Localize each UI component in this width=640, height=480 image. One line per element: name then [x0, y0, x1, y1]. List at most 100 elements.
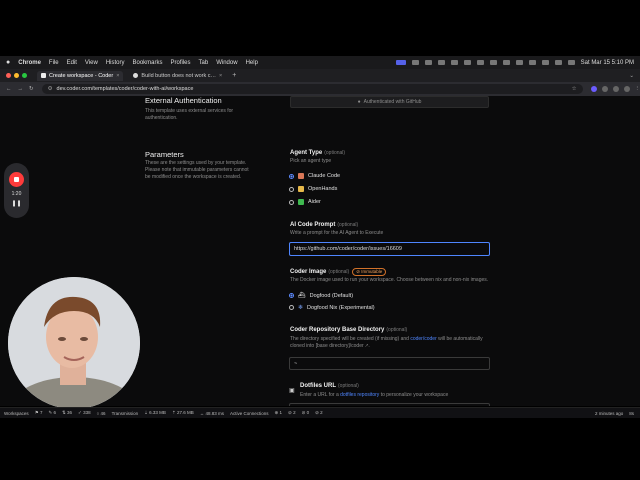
pause-icon[interactable]: ❚❚ — [4, 200, 29, 207]
extension-icon[interactable] — [601, 86, 608, 92]
coder-image-desc: The Docker image used to run your worksp… — [290, 277, 489, 283]
menu-window[interactable]: Window — [216, 60, 237, 66]
radio[interactable] — [289, 186, 294, 192]
status-item-transmission[interactable]: Transmission — [112, 411, 139, 416]
repo-dir-label-text: Coder Repository Base Directory — [290, 327, 385, 333]
tray-icon[interactable] — [515, 60, 523, 65]
status-item: ⇣ 6.33 MB — [144, 410, 166, 415]
ai-prompt-value: https://github.com/coder/coder/issues/16… — [294, 246, 402, 252]
image-option-dogfood-nix[interactable]: ❄ Dogfood Nix (Experimental) — [289, 304, 375, 311]
close-icon[interactable]: × — [116, 73, 119, 79]
dotfiles-icon: ▣ — [289, 388, 295, 394]
option-label: Aider — [308, 199, 321, 205]
menu-bookmarks[interactable]: Bookmarks — [133, 60, 163, 66]
coder-favicon-icon — [41, 73, 46, 78]
tray-icon[interactable] — [489, 60, 497, 65]
option-label: Claude Code — [308, 173, 341, 179]
address-row: ← → ↻ ⚙ dev.coder.com/templates/coder/co… — [0, 82, 640, 96]
status-updated: 2 minutes ago — [594, 410, 624, 416]
status-item[interactable]: ✎ 6 — [48, 410, 56, 416]
site-info-icon[interactable]: ⚙ — [48, 86, 53, 92]
menu-help[interactable]: Help — [246, 60, 258, 66]
tray-icon[interactable] — [437, 60, 445, 65]
search-icon[interactable] — [554, 60, 562, 65]
url-bar[interactable]: ⚙ dev.coder.com/templates/coder/coder-wi… — [41, 84, 583, 94]
status-item-workspaces[interactable]: Workspaces — [4, 411, 29, 416]
new-tab-button[interactable]: + — [232, 72, 236, 79]
mac-menubar: ● Chrome File Edit View History Bookmark… — [0, 56, 640, 69]
coder-image-label-text: Coder Image — [290, 269, 327, 275]
status-item[interactable]: ⚑ 7 — [35, 410, 43, 416]
battery-icon[interactable] — [541, 60, 549, 65]
status-item-active-connections[interactable]: Active Connections — [230, 411, 269, 416]
status-item[interactable]: ⇅ 36 — [62, 410, 72, 416]
status-item[interactable]: ○ 46 — [97, 411, 106, 416]
tab-create-workspace[interactable]: Create workspace - Coder × — [37, 70, 124, 81]
webcam-bubble[interactable] — [8, 277, 140, 409]
agent-option-claude-code[interactable]: Claude Code — [289, 173, 340, 179]
status-item: ⊘ 0 — [301, 410, 310, 415]
dotfiles-link[interactable]: dotfiles repository — [340, 392, 379, 398]
tab-github-issue[interactable]: Build button does not work c… × — [129, 71, 226, 81]
status-item[interactable]: ✓ 338 — [78, 410, 91, 416]
menu-edit[interactable]: Edit — [67, 60, 77, 66]
forward-icon[interactable]: → — [18, 86, 24, 92]
wifi-icon[interactable] — [528, 60, 536, 65]
chrome-menu-icon[interactable]: ⋮ — [635, 86, 640, 92]
tray-icon[interactable] — [450, 60, 458, 65]
optional-tag: (optional) — [337, 222, 359, 228]
back-icon[interactable]: ← — [6, 86, 12, 92]
menubar-clock[interactable]: Sat Mar 15 5:10 PM — [581, 60, 634, 66]
tray-icon[interactable] — [411, 60, 419, 65]
tab-label: Build button does not work c… — [141, 72, 217, 79]
tab-strip: Create workspace - Coder × Build button … — [0, 69, 640, 82]
agent-type-label-text: Agent Type — [290, 150, 323, 156]
tab-label: Create workspace - Coder — [49, 72, 114, 79]
dotfiles-input[interactable] — [289, 403, 490, 406]
parameters-desc: These are the settings used by your temp… — [145, 160, 249, 180]
close-window-icon[interactable] — [6, 73, 11, 78]
apple-menu-icon[interactable]: ● — [6, 59, 10, 66]
menu-profiles[interactable]: Profiles — [171, 60, 191, 66]
stop-recording-button[interactable] — [9, 172, 24, 187]
repo-dir-input[interactable]: ~ — [289, 357, 490, 370]
screen-record-icon[interactable] — [395, 60, 406, 65]
agent-option-aider[interactable]: Aider — [289, 199, 321, 205]
coder-repo-link[interactable]: coder/coder — [410, 336, 436, 342]
option-label: Dogfood Nix (Experimental) — [307, 304, 375, 311]
maximize-window-icon[interactable] — [22, 73, 27, 78]
option-label: OpenHands — [308, 186, 338, 192]
extension-icons: ⋮ — [590, 86, 640, 92]
menu-tab[interactable]: Tab — [199, 60, 209, 66]
ai-prompt-input[interactable]: https://github.com/coder/coder/issues/16… — [289, 242, 490, 256]
github-auth-button[interactable]: ● Authenticated with GitHub — [290, 96, 489, 108]
tray-icon[interactable] — [424, 60, 432, 65]
control-center-icon[interactable] — [567, 60, 575, 65]
profile-avatar-icon[interactable] — [623, 86, 630, 92]
reload-icon[interactable]: ↻ — [29, 86, 34, 92]
menu-history[interactable]: History — [106, 60, 125, 66]
radio-selected[interactable] — [289, 173, 294, 179]
ai-prompt-label-text: AI Code Prompt — [290, 222, 336, 228]
extension-icon[interactable] — [590, 86, 597, 92]
menu-chrome[interactable]: Chrome — [18, 60, 41, 66]
minimize-window-icon[interactable] — [14, 73, 19, 78]
radio[interactable] — [289, 305, 294, 310]
extensions-puzzle-icon[interactable] — [612, 86, 619, 92]
image-option-dogfood[interactable]: ⛴ Dogfood (Default) — [289, 292, 353, 299]
tab-search-icon[interactable]: ⌄ — [629, 73, 634, 79]
optional-tag: (optional) — [328, 269, 350, 275]
tray-icon[interactable] — [476, 60, 484, 65]
menu-file[interactable]: File — [49, 60, 59, 66]
tray-icon[interactable] — [463, 60, 471, 65]
menu-view[interactable]: View — [85, 60, 98, 66]
close-icon[interactable]: × — [219, 73, 222, 79]
external-auth-desc: This template uses external services for… — [145, 108, 234, 121]
radio-selected[interactable] — [289, 293, 294, 298]
radio[interactable] — [289, 199, 294, 205]
aider-icon — [298, 199, 304, 205]
tray-icon[interactable] — [502, 60, 510, 65]
url-text: dev.coder.com/templates/coder/coder-with… — [56, 86, 194, 92]
bookmark-star-icon[interactable]: ☆ — [572, 86, 577, 92]
agent-option-openhands[interactable]: OpenHands — [289, 186, 337, 192]
